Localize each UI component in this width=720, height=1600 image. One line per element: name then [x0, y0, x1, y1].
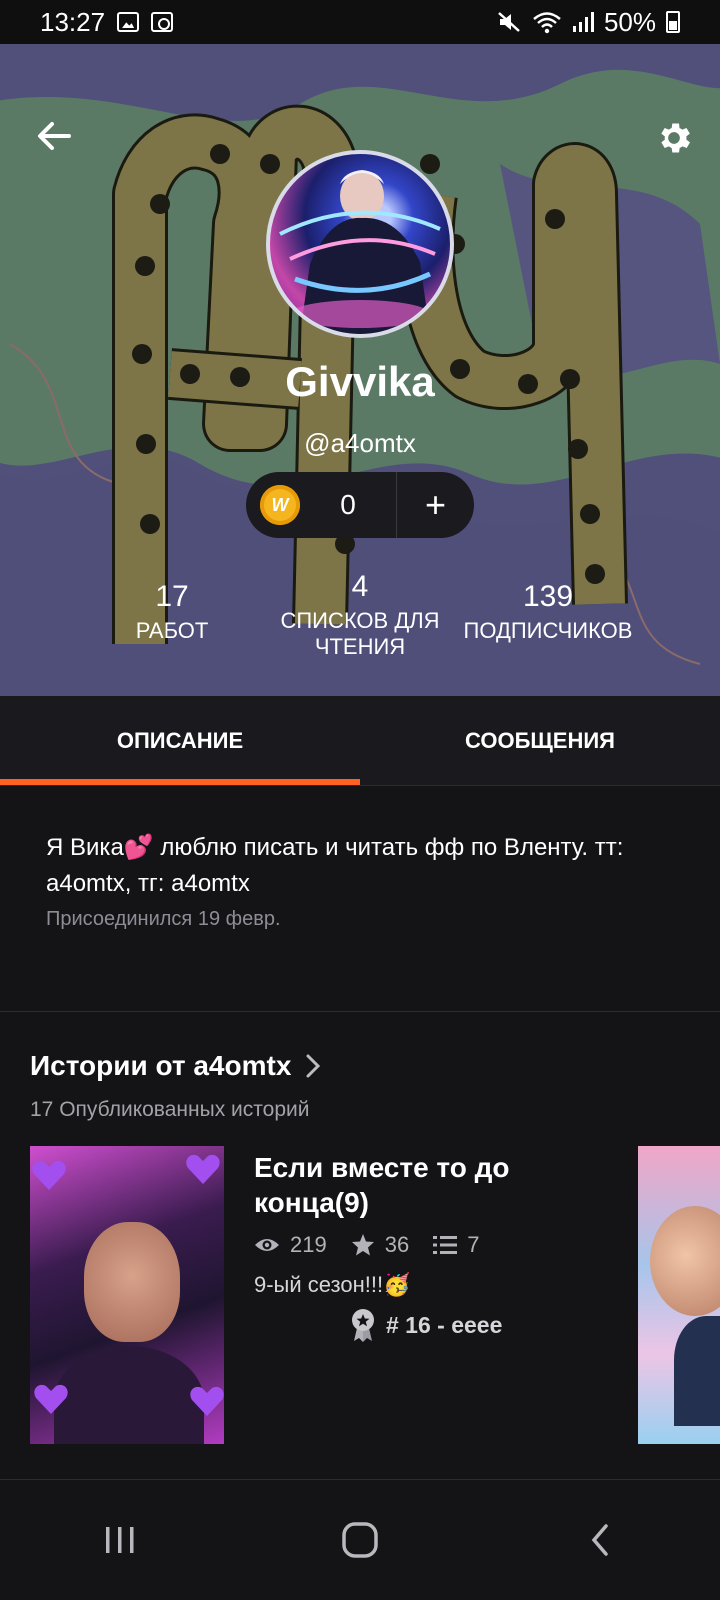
wifi-icon — [533, 12, 561, 34]
story-title[interactable]: Если вместе то до конца(9) — [254, 1150, 594, 1220]
status-time: 13:27 — [40, 6, 106, 37]
story-parts: 7 — [433, 1232, 479, 1258]
status-bar: 13:27 50% — [0, 0, 720, 44]
eye-icon — [255, 1239, 279, 1251]
recent-apps-icon — [106, 1527, 134, 1553]
cover2-face — [650, 1206, 720, 1316]
story-blurb: 9-ый сезон!!!🥳 — [254, 1272, 411, 1297]
settings-button[interactable] — [652, 116, 696, 160]
chevron-left-icon — [591, 1524, 608, 1556]
avatar[interactable] — [266, 150, 454, 338]
arrow-left-icon — [38, 122, 71, 150]
stories-section: Истории от a4omtx 17 Опубликованных исто… — [0, 1012, 720, 1480]
coin-icon: W — [260, 485, 300, 525]
story-cover[interactable] — [30, 1146, 224, 1444]
stat-followers-value: 139 — [522, 580, 574, 613]
story-reads-count: 219 — [290, 1232, 327, 1257]
battery-icon — [666, 11, 680, 33]
back-button[interactable] — [34, 116, 74, 156]
story-rank[interactable]: # 16 - eeee — [350, 1308, 502, 1342]
cover-face — [84, 1222, 180, 1342]
story-cover-next[interactable] — [638, 1146, 720, 1444]
stories-count: 17 Опубликованных историй — [30, 1098, 310, 1121]
stat-reading-lists-value: 4 — [351, 570, 369, 603]
heart-sticker-icon — [32, 1160, 66, 1190]
screen-recorder-icon — [151, 12, 174, 32]
cover-shirt — [54, 1346, 204, 1444]
story-parts-count: 7 — [467, 1232, 480, 1257]
system-back-button[interactable] — [570, 1510, 630, 1570]
stat-reading-lists-label: СПИСКОВ ДЛЯ ЧТЕНИЯ — [280, 608, 440, 659]
bio-text: Я Вика💕 люблю писать и читать фф по Влен… — [46, 834, 624, 897]
mute-icon — [498, 12, 520, 32]
chevron-right-icon — [306, 1054, 321, 1078]
stat-works-value: 17 — [155, 580, 189, 613]
display-name: Givvika — [285, 358, 435, 405]
story-votes: 36 — [351, 1232, 409, 1258]
recent-apps-button[interactable] — [90, 1510, 150, 1570]
gallery-notification-icon — [117, 12, 140, 32]
gear-icon — [661, 123, 690, 153]
tab-messages[interactable]: СООБЩЕНИЯ — [360, 696, 720, 785]
cover2-shirt — [674, 1316, 720, 1426]
system-nav-bar — [0, 1480, 720, 1600]
profile-header: Givvika @a4omtx W 0 + 17 РАБОТ 4 СПИСКОВ… — [0, 44, 720, 696]
profile-stats: 17 РАБОТ 4 СПИСКОВ ДЛЯ ЧТЕНИЯ 139 ПОДПИС… — [0, 570, 720, 696]
stat-followers[interactable]: 139 ПОДПИСЧИКОВ — [456, 580, 640, 644]
signal-icon — [572, 12, 594, 32]
stat-reading-lists[interactable]: 4 СПИСКОВ ДЛЯ ЧТЕНИЯ — [270, 570, 450, 660]
star-icon — [351, 1234, 374, 1256]
avatar-image — [279, 170, 441, 334]
battery-percent: 50% — [603, 6, 656, 37]
home-button[interactable] — [330, 1510, 390, 1570]
description-section: Я Вика💕 люблю писать и читать фф по Влен… — [0, 786, 720, 1012]
stories-title: Истории от a4omtx — [30, 1050, 292, 1081]
add-coins-button[interactable]: + — [397, 484, 474, 526]
story-votes-count: 36 — [384, 1232, 410, 1257]
coin-balance: W 0 + — [246, 472, 474, 538]
story-reads: 219 — [254, 1232, 327, 1258]
tab-description[interactable]: ОПИСАНИЕ — [0, 696, 360, 785]
stories-header-link[interactable]: Истории от a4omtx — [30, 1050, 321, 1082]
heart-sticker-icon — [186, 1154, 220, 1184]
list-icon — [433, 1236, 458, 1254]
stat-works-label: РАБОТ — [135, 618, 209, 643]
username: @a4omtx — [304, 428, 416, 458]
story-meta: 219 36 7 — [254, 1232, 493, 1258]
joined-date: Присоединился 19 февр. — [46, 908, 281, 930]
stat-works[interactable]: 17 РАБОТ — [116, 580, 228, 644]
home-icon — [342, 1522, 378, 1558]
badge-icon — [352, 1309, 374, 1342]
profile-tabs: ОПИСАНИЕ СООБЩЕНИЯ — [0, 696, 720, 786]
stat-followers-label: ПОДПИСЧИКОВ — [463, 618, 633, 643]
story-rank-text: # 16 - eeee — [386, 1311, 503, 1338]
coin-count: 0 — [340, 489, 356, 520]
